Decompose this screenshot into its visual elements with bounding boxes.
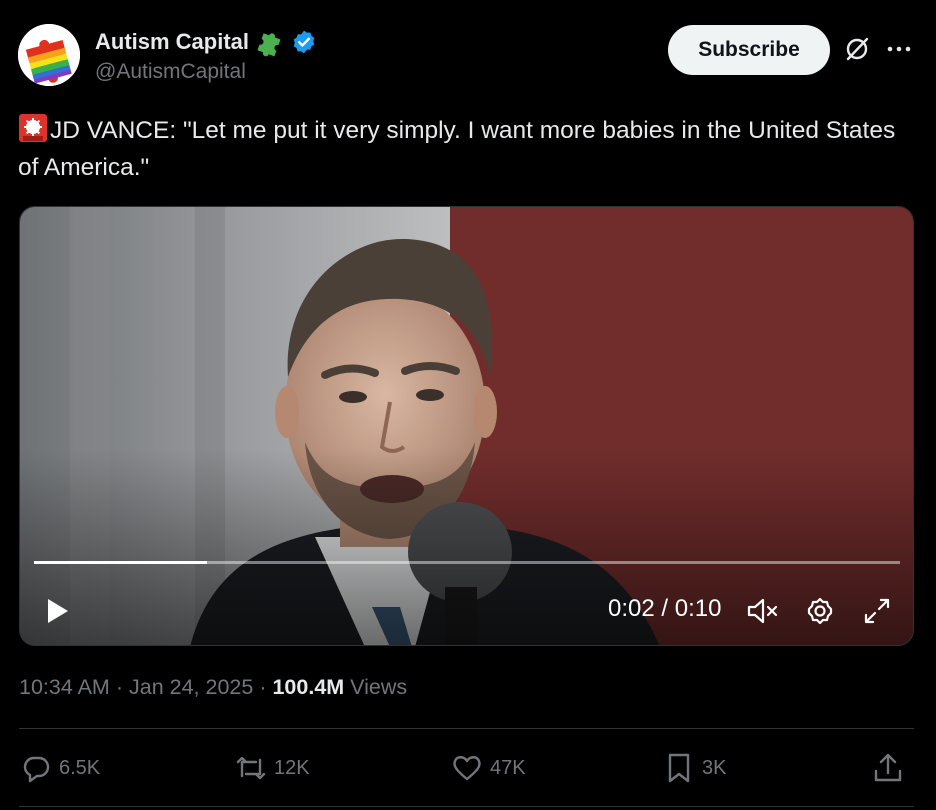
bookmark-icon xyxy=(668,753,690,783)
tweet-body: JD VANCE: "Let me put it very simply. I … xyxy=(18,117,896,181)
repost-button[interactable]: 12K xyxy=(234,742,310,794)
more-icon[interactable] xyxy=(884,36,914,62)
repost-icon xyxy=(236,756,266,780)
like-button[interactable]: 47K xyxy=(450,742,526,794)
tweet-header: Autism Capital @AutismCapital Subscribe xyxy=(18,22,918,92)
meta-separator: · xyxy=(115,675,123,699)
tweet-text: JD VANCE: "Let me put it very simply. I … xyxy=(18,112,918,186)
display-name[interactable]: Autism Capital xyxy=(95,29,249,55)
play-icon[interactable] xyxy=(42,596,72,626)
grok-icon[interactable] xyxy=(844,36,870,62)
reply-count: 6.5K xyxy=(59,756,101,779)
like-count: 47K xyxy=(490,756,526,779)
bookmark-button[interactable]: 3K xyxy=(662,742,726,794)
divider-top xyxy=(19,728,914,729)
share-icon xyxy=(874,753,902,782)
verified-badge-icon[interactable] xyxy=(291,29,317,55)
views-count: 100.4M xyxy=(272,675,345,699)
like-icon xyxy=(453,756,481,781)
avatar[interactable] xyxy=(18,24,80,86)
repost-count: 12K xyxy=(274,756,310,779)
video-frame xyxy=(20,207,913,645)
progress-bar[interactable] xyxy=(34,561,900,564)
settings-icon[interactable] xyxy=(805,596,835,626)
puzzle-avatar xyxy=(18,24,80,86)
tweet-time[interactable]: 10:34 AM xyxy=(19,675,110,699)
puzzle-badge-icon xyxy=(257,33,281,57)
share-button[interactable] xyxy=(871,742,905,794)
subscribe-button[interactable]: Subscribe xyxy=(668,25,830,75)
tweet-meta: 10:34 AM · Jan 24, 2025 · 100.4M Views xyxy=(19,675,407,700)
fullscreen-icon[interactable] xyxy=(862,596,892,626)
progress-fill xyxy=(34,561,208,564)
tweet-date[interactable]: Jan 24, 2025 xyxy=(129,675,253,699)
video-player[interactable]: 0:02 / 0:10 xyxy=(19,206,914,646)
action-bar: 6.5K 12K 47K 3K xyxy=(19,742,914,794)
reply-button[interactable]: 6.5K xyxy=(19,742,100,794)
siren-emoji-icon xyxy=(19,114,47,142)
video-time: 0:02 / 0:10 xyxy=(608,595,722,622)
meta-separator-2: · xyxy=(259,675,267,699)
mute-icon[interactable] xyxy=(746,597,780,625)
handle[interactable]: @AutismCapital xyxy=(95,60,246,84)
views-label: Views xyxy=(350,675,408,699)
bookmark-count: 3K xyxy=(702,756,727,779)
reply-icon xyxy=(23,756,50,783)
divider-bottom xyxy=(19,806,914,807)
